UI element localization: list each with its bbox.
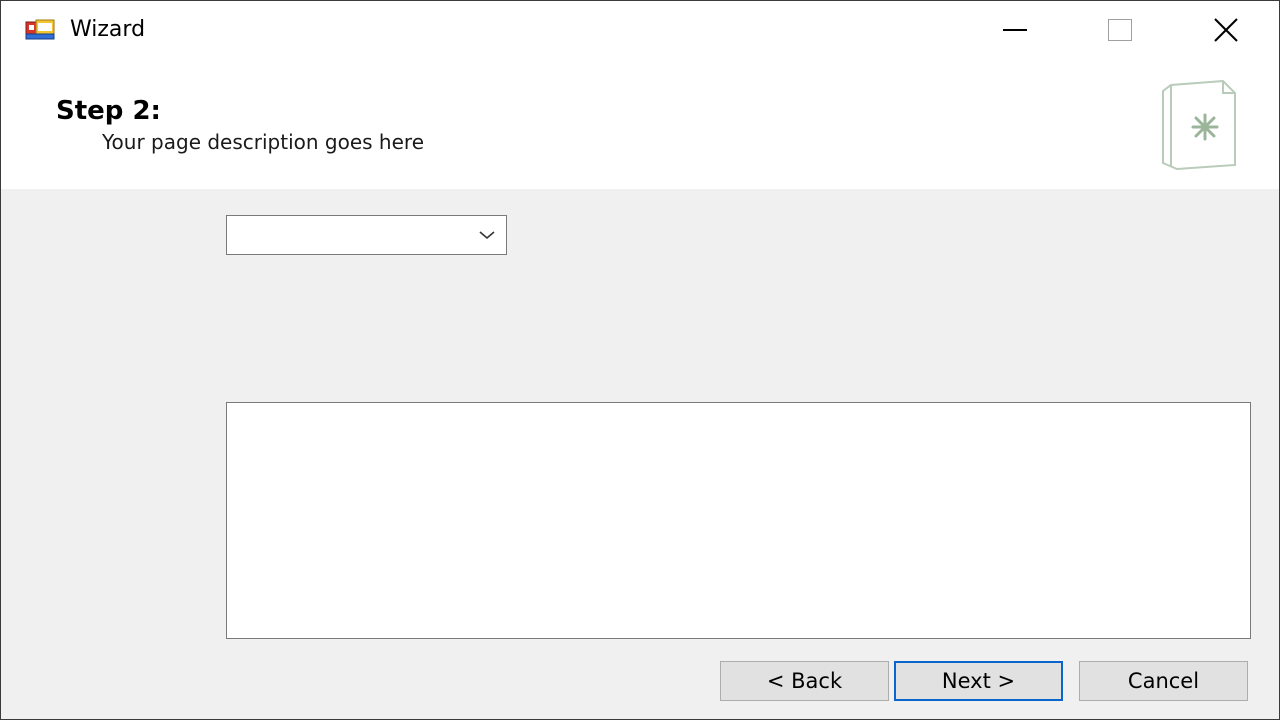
cancel-button[interactable]: Cancel	[1079, 661, 1248, 701]
chevron-down-icon	[479, 231, 495, 240]
minimize-button[interactable]	[971, 1, 1061, 59]
option-combobox[interactable]	[226, 215, 507, 255]
app-window-icon	[25, 19, 57, 41]
maximize-button[interactable]	[1074, 1, 1164, 59]
window-title: Wizard	[70, 17, 146, 42]
step-title: Step 2:	[56, 96, 161, 126]
next-button[interactable]: Next >	[894, 661, 1063, 701]
details-textarea[interactable]	[226, 402, 1251, 639]
close-button[interactable]	[1181, 1, 1271, 59]
step-description: Your page description goes here	[102, 130, 425, 154]
close-icon	[1214, 18, 1238, 42]
wizard-window: Wizard Step 2: Your page description goe…	[0, 0, 1280, 720]
wizard-page-icon	[1157, 79, 1241, 173]
title-bar[interactable]: Wizard	[1, 1, 1279, 59]
back-button[interactable]: < Back	[720, 661, 889, 701]
wizard-header: Step 2: Your page description goes here	[1, 59, 1279, 189]
